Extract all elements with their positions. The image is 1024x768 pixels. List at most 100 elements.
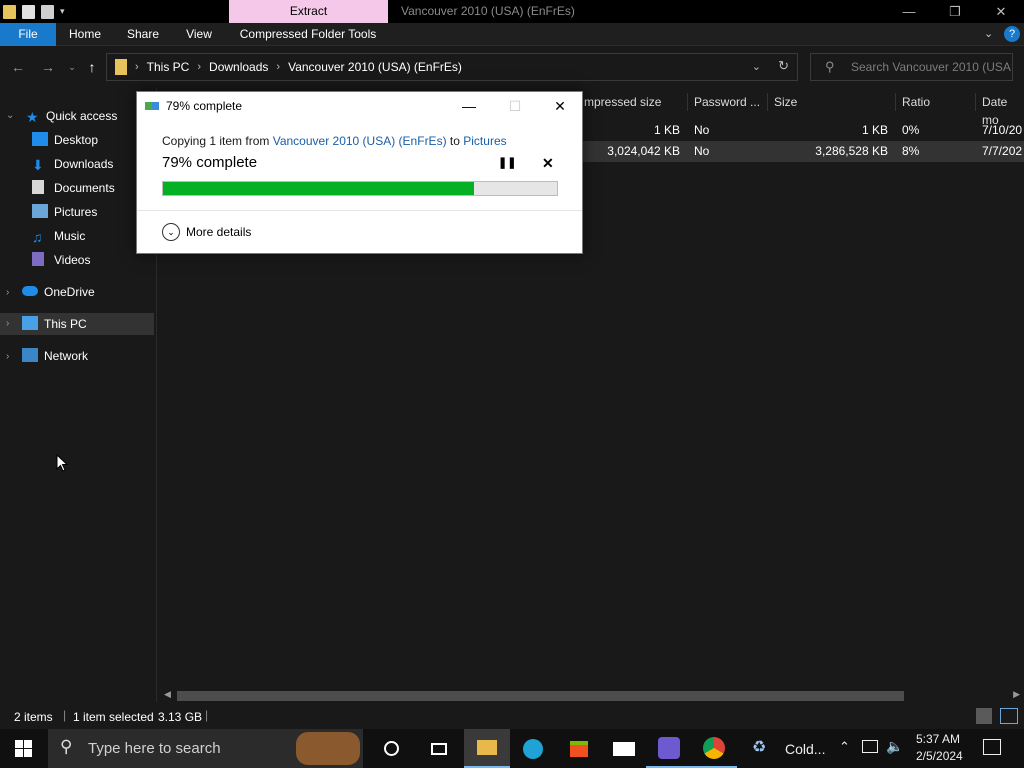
restore-button[interactable]: ❐ xyxy=(932,0,978,23)
nav-desktop[interactable]: Desktop xyxy=(32,129,98,151)
tab-file[interactable]: File xyxy=(0,23,56,46)
nav-music[interactable]: ♫ Music xyxy=(32,225,85,247)
search-highlight-image xyxy=(296,732,360,765)
star-icon: ★ xyxy=(26,109,39,125)
cell-ratio: 8% xyxy=(902,144,920,158)
dialog-divider xyxy=(137,210,582,211)
start-button[interactable] xyxy=(0,729,46,768)
column-date-modified[interactable]: Date mo xyxy=(976,93,1024,127)
status-selected: 1 item selected xyxy=(73,710,154,724)
chevron-right-icon[interactable]: › xyxy=(6,351,9,362)
pause-icon[interactable]: ❚❚ xyxy=(498,156,516,169)
forward-button[interactable]: → xyxy=(38,57,58,77)
edge-icon[interactable] xyxy=(510,729,556,768)
tab-share[interactable]: Share xyxy=(121,23,165,46)
large-icons-view-icon[interactable] xyxy=(1000,708,1018,724)
scroll-left-icon[interactable]: ◀ xyxy=(164,689,171,700)
address-dropdown-icon[interactable]: ⌄ xyxy=(752,60,761,73)
breadcrumb-current[interactable]: Vancouver 2010 (USA) (EnFrEs) xyxy=(288,60,462,74)
cell-date: 7/10/20 xyxy=(982,123,1023,137)
tab-compressed-folder-tools[interactable]: Compressed Folder Tools xyxy=(233,23,383,46)
new-folder-icon[interactable] xyxy=(41,4,54,19)
search-icon: ⚲ xyxy=(825,59,835,74)
mail-icon[interactable] xyxy=(601,729,647,768)
chevron-down-icon[interactable]: ⌄ xyxy=(6,110,14,121)
address-row: ← → ⌄ ↑ › This PC › Downloads › Vancouve… xyxy=(0,47,1024,87)
extract-context-tab[interactable]: Extract xyxy=(229,0,388,23)
pictures-icon xyxy=(32,204,48,218)
nav-quick-access[interactable]: ★ Quick access xyxy=(26,105,117,127)
document-icon xyxy=(32,180,44,194)
scrollbar-thumb[interactable] xyxy=(177,691,904,701)
tab-home[interactable]: Home xyxy=(62,23,108,46)
windows-logo-icon xyxy=(14,740,32,757)
network-tray-icon[interactable] xyxy=(862,740,878,753)
chrome-icon[interactable] xyxy=(691,729,737,768)
back-button[interactable]: ← xyxy=(8,57,28,77)
nav-network[interactable]: Network xyxy=(22,345,88,367)
download-icon: ⬇ xyxy=(32,157,44,173)
address-bar[interactable]: › This PC › Downloads › Vancouver 2010 (… xyxy=(106,53,798,81)
store-icon[interactable] xyxy=(556,729,602,768)
desktop-icon xyxy=(32,132,48,146)
column-compressed-size[interactable]: mpressed size xyxy=(578,93,688,111)
breadcrumb-downloads[interactable]: Downloads xyxy=(209,60,268,74)
properties-icon[interactable] xyxy=(22,4,35,19)
zip-folder-icon xyxy=(3,4,16,19)
cell-compressed-size: 1 KB xyxy=(653,123,680,137)
notifications-icon[interactable] xyxy=(983,739,1001,755)
details-view-icon[interactable] xyxy=(976,708,992,724)
chevron-right-icon[interactable]: › xyxy=(6,287,9,298)
clock-time[interactable]: 5:37 AM xyxy=(916,732,960,746)
chevron-right-icon[interactable]: › xyxy=(6,313,9,335)
column-password[interactable]: Password ... xyxy=(688,93,768,111)
ribbon-tabs: File Home Share View Compressed Folder T… xyxy=(0,23,1024,46)
refresh-icon[interactable]: ↻ xyxy=(778,58,789,74)
nav-documents[interactable]: Documents xyxy=(32,177,115,199)
column-ratio[interactable]: Ratio xyxy=(896,93,976,111)
search-icon: ⚲ xyxy=(60,737,73,756)
chevron-up-icon[interactable]: ⌃ xyxy=(839,739,850,755)
volume-muted-icon[interactable]: 🔈 xyxy=(886,738,903,755)
up-button[interactable]: ↑ xyxy=(82,57,102,77)
notes-app-icon[interactable] xyxy=(646,729,692,768)
percent-complete-text: 79% complete xyxy=(162,154,258,171)
nav-onedrive[interactable]: OneDrive xyxy=(22,281,95,303)
more-details-button[interactable]: ⌄ More details xyxy=(162,223,251,241)
tab-view[interactable]: View xyxy=(178,23,220,46)
nav-videos[interactable]: Videos xyxy=(32,249,90,271)
status-item-count: 2 items xyxy=(14,710,53,724)
nav-pictures[interactable]: Pictures xyxy=(32,201,97,223)
dialog-minimize-button[interactable]: — xyxy=(446,92,492,120)
taskbar-search-box[interactable]: ⚲ Type here to search xyxy=(48,729,363,768)
destination-link[interactable]: Pictures xyxy=(463,134,506,148)
file-explorer-taskbar-icon[interactable] xyxy=(464,729,510,768)
customize-qat-icon[interactable]: ▾ xyxy=(60,6,65,17)
recent-locations-icon[interactable]: ⌄ xyxy=(62,57,82,77)
dialog-close-button[interactable]: ✕ xyxy=(537,92,583,120)
nav-this-pc[interactable]: › This PC xyxy=(0,313,154,335)
scroll-right-icon[interactable]: ▶ xyxy=(1013,689,1020,700)
help-icon[interactable]: ? xyxy=(1004,26,1020,42)
chevron-right-icon: › xyxy=(197,61,202,73)
thermometer-icon[interactable]: ♻ xyxy=(752,737,766,757)
horizontal-scrollbar[interactable]: ◀ ▶ xyxy=(158,688,1024,704)
source-link[interactable]: Vancouver 2010 (USA) (EnFrEs) xyxy=(273,134,447,148)
cancel-copy-icon[interactable]: ✕ xyxy=(542,155,554,172)
breadcrumb-this-pc[interactable]: This PC xyxy=(147,60,190,74)
minimize-button[interactable]: — xyxy=(886,0,932,23)
dialog-title: 79% complete xyxy=(166,99,243,113)
close-button[interactable]: ✕ xyxy=(978,0,1024,23)
quick-access-toolbar: ▾ xyxy=(0,0,65,23)
ribbon-expand-icon[interactable]: ⌄ xyxy=(984,27,993,40)
nav-downloads[interactable]: ⬇ Downloads xyxy=(32,153,113,175)
cortana-icon[interactable] xyxy=(368,729,414,768)
clock-date[interactable]: 2/5/2024 xyxy=(916,749,963,763)
network-icon xyxy=(22,348,38,362)
task-view-icon[interactable] xyxy=(416,729,462,768)
copy-description: Copying 1 item from Vancouver 2010 (USA)… xyxy=(162,134,507,148)
search-box[interactable]: ⚲ Search Vancouver 2010 (USA... xyxy=(810,53,1013,81)
weather-text[interactable]: Cold... xyxy=(785,741,825,757)
column-size[interactable]: Size xyxy=(768,93,896,111)
cloud-icon xyxy=(22,286,38,296)
